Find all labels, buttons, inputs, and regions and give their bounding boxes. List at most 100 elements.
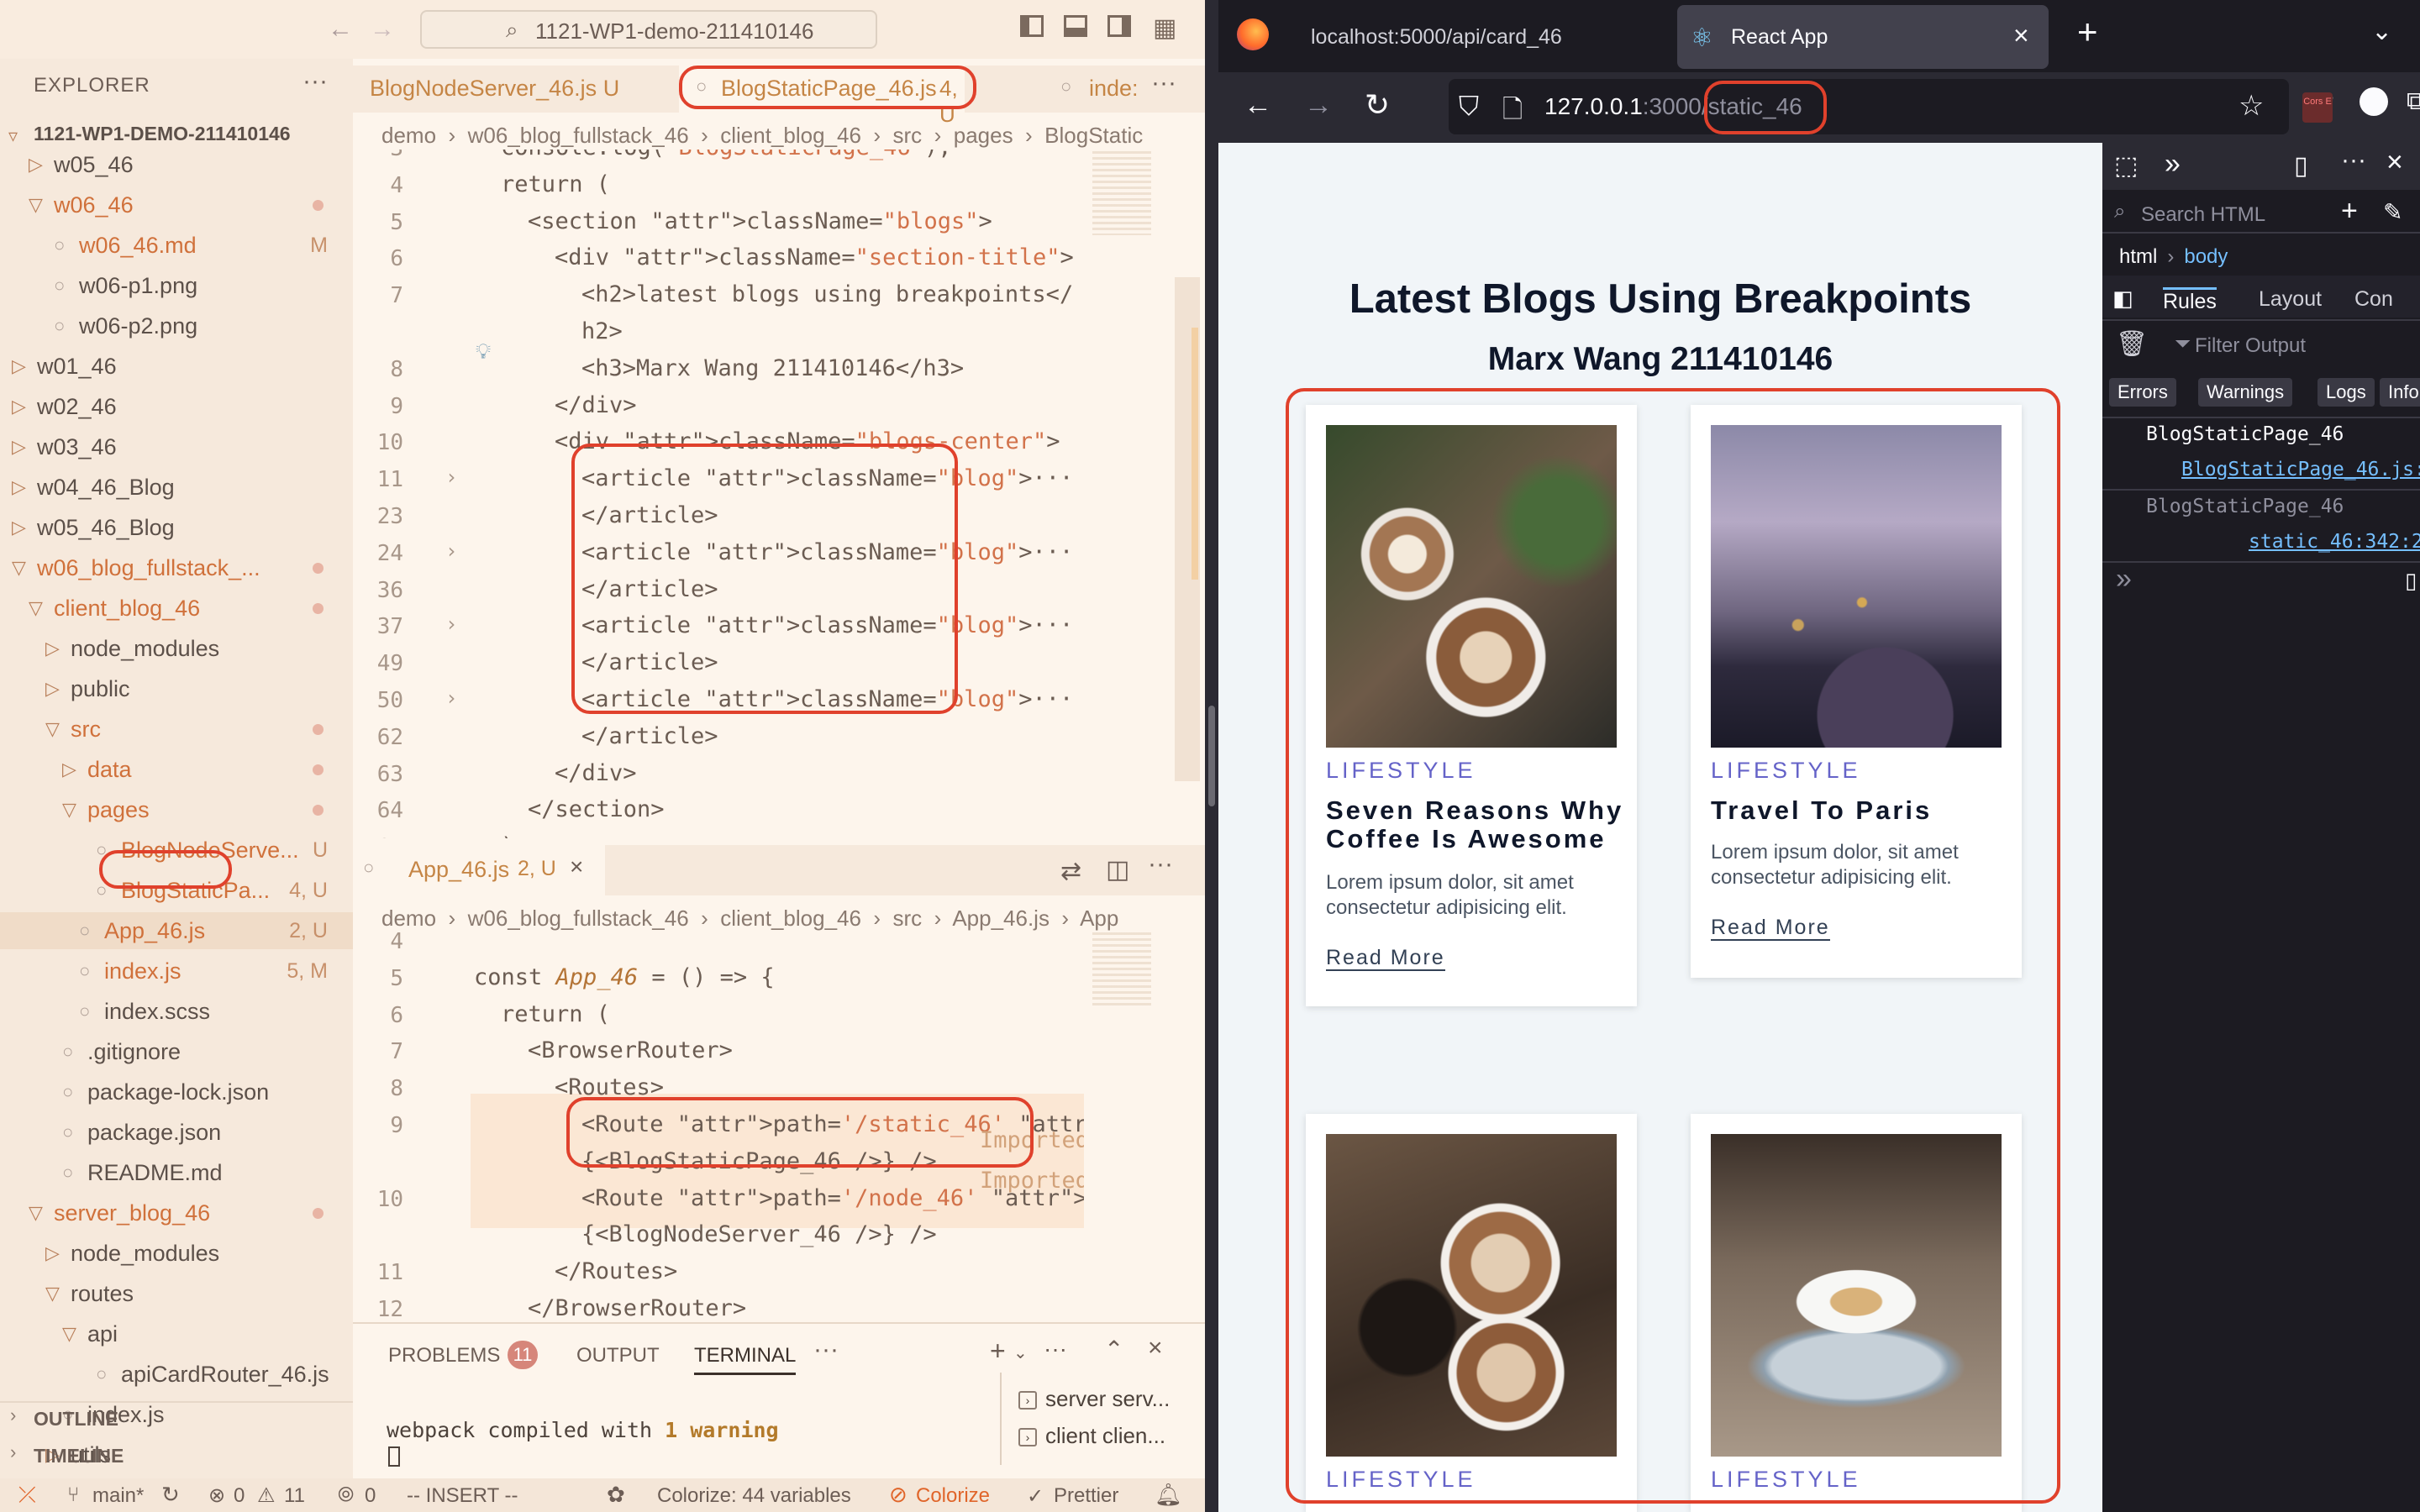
more-actions-icon[interactable]: ··· (1044, 1336, 1067, 1362)
tab-app46[interactable]: ○ App_46.js 2, U × (353, 845, 605, 895)
console-log-source[interactable]: BlogStaticPage_46.js:3 (2181, 459, 2420, 480)
tree-item[interactable]: ○ index.js 5, M (0, 953, 353, 990)
more-actions-icon[interactable]: ··· (1148, 850, 1173, 879)
tree-item[interactable]: ▷ w05_46_Blog (0, 509, 353, 546)
crumb-body[interactable]: body (2184, 245, 2228, 268)
compare-changes-icon[interactable]: ⇄ (1060, 857, 1081, 886)
more-actions-icon[interactable]: ··· (2341, 146, 2366, 175)
tab-blognodeserver[interactable]: BlogNodeServer_46.js U (370, 76, 619, 102)
extensions-icon[interactable]: ⧉ (2407, 87, 2420, 116)
fold-chevron-icon[interactable]: › (445, 686, 457, 710)
code-line[interactable]: </div> (555, 389, 637, 423)
filter-logs[interactable]: Logs (2317, 378, 2375, 407)
tree-item[interactable]: ▷ w03_46 (0, 428, 353, 465)
breadcrumb-item[interactable]: BlogStatic (1044, 123, 1143, 148)
code-line[interactable]: </BrowserRouter> (528, 1292, 746, 1326)
tree-item[interactable]: ○ package-lock.json (0, 1074, 353, 1110)
breadcrumb-item[interactable]: demo (381, 906, 436, 931)
filter-warnings[interactable]: Warnings (2198, 378, 2293, 407)
breadcrumb-item[interactable]: client_blog_46 (720, 906, 861, 931)
chevron-down-icon[interactable]: ⌄ (1013, 1342, 1028, 1363)
tree-item[interactable]: ○ .gitignore (0, 1033, 353, 1070)
tab-output[interactable]: OUTPUT (576, 1344, 660, 1368)
remote-icon[interactable]: ⤫ (18, 1482, 36, 1509)
forward-arrow-icon[interactable]: → (370, 15, 395, 44)
sync-icon[interactable]: ↻ (161, 1482, 180, 1508)
tree-item[interactable]: ○ README.md (0, 1154, 353, 1191)
lightbulb-icon[interactable]: 💡︎ (476, 339, 491, 365)
cors-extension-icon[interactable]: Cors E (2302, 92, 2333, 123)
code-line[interactable]: <div "attr">className="section-title"> (555, 241, 1074, 275)
close-icon[interactable]: × (2013, 20, 2029, 51)
colorize-status[interactable]: Colorize (916, 1484, 990, 1508)
tree-item[interactable]: ▷ w01_46 (0, 348, 353, 385)
breadcrumb-item[interactable]: src (893, 123, 923, 148)
tree-item[interactable]: ▽ routes (0, 1275, 353, 1312)
command-center[interactable]: ⌕ 1121-WP1-demo-211410146 (420, 10, 877, 49)
toggle-secondary-sidebar-icon[interactable] (1107, 15, 1131, 37)
tree-item[interactable]: ▽ src (0, 711, 353, 748)
console-log-source[interactable]: static_46:342:29 (2249, 531, 2420, 553)
chevron-right-icon[interactable]: › (10, 1441, 16, 1463)
error-count[interactable]: 0 (234, 1484, 245, 1508)
tree-item[interactable]: ▷ public (0, 670, 353, 707)
pick-element-icon[interactable]: ⬚ (2114, 151, 2138, 181)
tab-layout[interactable]: Layout (2259, 287, 2322, 312)
breadcrumb-item[interactable]: App (1080, 906, 1118, 931)
url-bar[interactable]: ⛉ 🗋︎ 127.0.0.1:3000/static_46 ☆ (1449, 79, 2289, 134)
toggle-sidebar-icon[interactable] (1020, 15, 1044, 37)
new-terminal-icon[interactable]: + (990, 1336, 1006, 1367)
more-actions-icon[interactable]: ··· (1151, 69, 1176, 97)
close-icon[interactable]: × (1148, 1334, 1163, 1362)
menu-icon[interactable]: ≡ (2363, 87, 2380, 120)
code-line[interactable]: </div> (555, 757, 637, 790)
tab-terminal[interactable]: TERMINAL (694, 1344, 797, 1375)
breadcrumb-item[interactable]: w06_blog_fullstack_46 (468, 906, 689, 931)
terminal-client[interactable]: › client clien... (1018, 1423, 1165, 1449)
close-icon[interactable]: × (2386, 146, 2403, 179)
reload-icon[interactable]: ↻ (1365, 87, 1390, 123)
tree-item[interactable]: ○ w06-p2.png (0, 307, 353, 344)
trash-icon[interactable]: 🗑︎ (2116, 329, 2148, 359)
shield-icon[interactable]: ⛉ (1459, 91, 1479, 123)
terminal-server[interactable]: › server serv... (1018, 1386, 1170, 1412)
tree-item[interactable]: ○ App_46.js 2, U (0, 912, 353, 949)
tree-item[interactable]: ▽ server_blog_46 (0, 1194, 353, 1231)
breadcrumb-item[interactable]: w06_blog_fullstack_46 (468, 123, 689, 148)
tree-item[interactable]: ○ index.scss (0, 993, 353, 1030)
code-line[interactable]: {<BlogNodeServer_46 />} /> (581, 1218, 937, 1252)
html-search[interactable]: ⌕ Search HTML + ✎ (2102, 192, 2420, 234)
forward-arrow-icon[interactable]: → (1304, 89, 1333, 122)
tree-item[interactable]: ○ w06-p1.png (0, 267, 353, 304)
breadcrumb-item[interactable]: demo (381, 123, 436, 148)
tree-item[interactable]: ▽ api (0, 1315, 353, 1352)
fold-chevron-icon[interactable]: › (445, 465, 457, 489)
code-line[interactable]: <h3>Marx Wang 211410146</h3> (581, 352, 964, 386)
console-prompt-icon[interactable]: » (2116, 563, 2132, 596)
customize-layout-icon[interactable]: ▦ (1153, 13, 1176, 43)
chevron-right-icon[interactable]: › (10, 1404, 16, 1426)
code-line[interactable]: ) (501, 830, 514, 838)
colorize-variables[interactable]: Colorize: 44 variables (657, 1484, 851, 1508)
code-line[interactable]: <h2>latest blogs using breakpoints</ (581, 278, 1073, 312)
prettier-status[interactable]: Prettier (1054, 1484, 1118, 1508)
warning-count[interactable]: 11 (284, 1484, 305, 1508)
breadcrumb-item[interactable]: client_blog_46 (720, 123, 861, 148)
tree-item[interactable]: ▽ w06_blog_fullstack_... (0, 549, 353, 586)
code-line[interactable]: </Routes> (555, 1255, 677, 1289)
tree-item[interactable]: ▽ client_blog_46 (0, 590, 353, 627)
fold-chevron-icon[interactable]: › (445, 539, 457, 563)
responsive-icon[interactable]: ▯ (2294, 151, 2308, 181)
terminal-output[interactable]: webpack compiled with 1 warning (387, 1418, 779, 1442)
editor-mode-icon[interactable]: ▯ (2405, 568, 2417, 594)
star-icon[interactable]: ☆ (2238, 89, 2264, 123)
chevron-down-icon[interactable]: ⌄ (2371, 17, 2392, 46)
tree-item[interactable]: ○ w06_46.md M (0, 227, 353, 264)
code-line[interactable]: <section "attr">className="blogs"> (528, 205, 992, 239)
tree-item[interactable]: ▷ w05_46 (0, 146, 353, 183)
tree-item[interactable]: ▽ pages (0, 791, 353, 828)
tree-item[interactable]: ▷ w04_46_Blog (0, 469, 353, 506)
tab-index[interactable]: inde: (1089, 76, 1139, 102)
code-line[interactable]: <BrowserRouter> (528, 1034, 733, 1068)
tree-item[interactable]: ▽ w06_46 (0, 186, 353, 223)
